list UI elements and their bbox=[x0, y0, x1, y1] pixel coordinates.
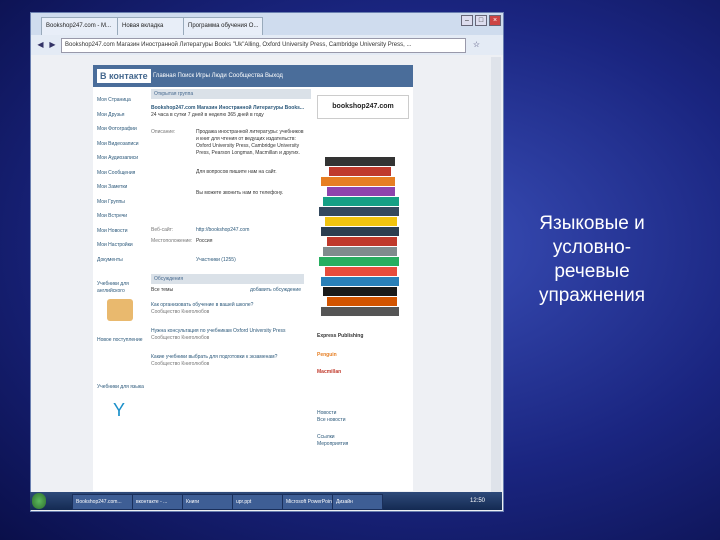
group-main: Открытая группа Bookshop247.com Магазин … bbox=[151, 89, 311, 368]
page-scrollbar[interactable] bbox=[491, 57, 501, 501]
browser-screenshot: Bookshop247.com - M... Новая вкладка Про… bbox=[30, 12, 504, 512]
menu-item[interactable]: Мои Заметки bbox=[97, 182, 147, 197]
slide-title-line: речевые bbox=[554, 261, 630, 282]
menu-item[interactable]: Мои Настройки bbox=[97, 240, 147, 255]
vk-nav[interactable]: Главная Поиск Игры Люди Сообщества Выход bbox=[153, 71, 283, 81]
maximize-icon[interactable]: □ bbox=[475, 15, 487, 26]
topic-item[interactable]: Нужна консультация по учебникам Oxford U… bbox=[151, 328, 301, 335]
side-link[interactable]: Мероприятия bbox=[317, 441, 407, 448]
forward-icon[interactable]: ▶ bbox=[47, 39, 58, 50]
group-header: Открытая группа bbox=[151, 89, 311, 99]
slide-title-line: условно- bbox=[552, 237, 632, 258]
shop-logo[interactable]: bookshop247.com bbox=[317, 95, 409, 119]
topics-header: Обсуждения bbox=[151, 274, 304, 284]
ad-image[interactable] bbox=[107, 299, 133, 321]
vk-logo[interactable]: В контакте bbox=[97, 69, 151, 83]
publisher-logo[interactable]: Express Publishing bbox=[317, 333, 412, 340]
start-button[interactable] bbox=[32, 493, 46, 509]
menu-item[interactable]: Мои Группы bbox=[97, 197, 147, 212]
back-icon[interactable]: ◀ bbox=[35, 39, 46, 50]
publishers: Express Publishing Penguin Macmillan bbox=[317, 333, 412, 376]
star-icon[interactable]: ☆ bbox=[471, 39, 482, 50]
call-text: Вы можете звонить нам по телефону. bbox=[196, 190, 284, 196]
tab-program[interactable]: Программа обучения О... bbox=[183, 17, 263, 35]
left-ad-title[interactable]: Учебники для языка bbox=[97, 384, 147, 391]
yota-icon[interactable]: Y bbox=[113, 397, 127, 423]
clock: 12:50 bbox=[470, 498, 486, 504]
slide-title-line: Языковые и bbox=[539, 213, 645, 234]
menu-item[interactable]: Мои Друзья bbox=[97, 110, 147, 125]
site-label: Веб-сайт: bbox=[151, 227, 174, 233]
topic-item[interactable]: Как организовать обучение в вашей школе? bbox=[151, 302, 301, 309]
close-icon[interactable]: × bbox=[489, 15, 501, 26]
menu-item[interactable]: Мои Сообщения bbox=[97, 168, 147, 183]
right-side-links: Новости Все новости Ссылки Мероприятия bbox=[317, 410, 407, 448]
menu-documents[interactable]: Документы bbox=[97, 255, 147, 270]
menu-item[interactable]: Мои Встречи bbox=[97, 211, 147, 226]
left-ad-title[interactable]: Новое поступление bbox=[97, 337, 147, 344]
tab-bar: Bookshop247.com - M... Новая вкладка Про… bbox=[31, 13, 503, 35]
tab-new[interactable]: Новая вкладка bbox=[117, 17, 187, 35]
side-link[interactable]: Все новости bbox=[317, 417, 407, 424]
taskbar-item[interactable]: Дизайн bbox=[332, 494, 383, 510]
desc-label: Описание: bbox=[151, 129, 176, 135]
taskbar: Bookshop247.com... вконтакте - ... Книги… bbox=[30, 492, 502, 510]
site-link[interactable]: http://bookshop247.com bbox=[196, 227, 249, 234]
topic-author: Сообщество Книголюбов bbox=[151, 335, 210, 341]
side-link[interactable]: Новости bbox=[317, 410, 407, 417]
publisher-logo[interactable]: Penguin bbox=[317, 352, 412, 359]
menu-item[interactable]: Мои Аудиозаписи bbox=[97, 153, 147, 168]
tab-bookshop[interactable]: Bookshop247.com - M... bbox=[41, 17, 121, 35]
menu-item[interactable]: Мои Фотографии bbox=[97, 124, 147, 139]
address-bar: ◀ ▶ Bookshop247.com Магазин Иностранной … bbox=[31, 35, 503, 55]
minimize-icon[interactable]: – bbox=[461, 15, 473, 26]
topic-item[interactable]: Какие учебники выбрать для подготовки к … bbox=[151, 354, 301, 361]
vk-left-menu: Моя Страница Мои Друзья Мои Фотографии М… bbox=[97, 95, 147, 429]
menu-item[interactable]: Мои Видеозаписи bbox=[97, 139, 147, 154]
location-value: Россия bbox=[196, 238, 213, 244]
publisher-logo[interactable]: Macmillan bbox=[317, 369, 412, 376]
group-subtitle: 24 часа в сутки 7 дней в неделю 365 дней… bbox=[151, 112, 264, 118]
order-text: Для вопросов пишите нам на сайт. bbox=[196, 169, 277, 175]
location-label: Местоположение: bbox=[151, 238, 193, 244]
vk-header: В контакте Главная Поиск Игры Люди Сообщ… bbox=[93, 65, 413, 87]
vk-page: В контакте Главная Поиск Игры Люди Сообщ… bbox=[93, 65, 413, 491]
side-link[interactable]: Ссылки bbox=[317, 434, 407, 441]
shop-logo-text: bookshop247.com bbox=[332, 103, 394, 110]
taskbar-item[interactable]: Книги bbox=[182, 494, 233, 510]
book-stack-image bbox=[315, 157, 413, 327]
taskbar-item[interactable]: вконтакте - ... bbox=[132, 494, 183, 510]
taskbar-item[interactable]: upr.ppt bbox=[232, 494, 283, 510]
topic-author: Сообщество Книголюбов bbox=[151, 361, 210, 367]
menu-item[interactable]: Мои Новости bbox=[97, 226, 147, 241]
left-ad-title[interactable]: Учебники для английского bbox=[97, 281, 147, 295]
topics-meta: Все темы bbox=[151, 287, 174, 293]
taskbar-item[interactable]: Bookshop247.com... bbox=[72, 494, 133, 510]
slide-title-line: упражнения bbox=[538, 285, 646, 306]
members-link[interactable]: Участники (1255) bbox=[196, 257, 311, 264]
menu-item[interactable]: Моя Страница bbox=[97, 95, 147, 110]
address-input[interactable]: Bookshop247.com Магазин Иностранной Лите… bbox=[61, 38, 466, 53]
add-topic-link[interactable]: добавить обсуждение bbox=[250, 287, 301, 294]
taskbar-item[interactable]: Microsoft PowerPoint bbox=[282, 494, 333, 510]
group-title: Bookshop247.com Магазин Иностранной Лите… bbox=[151, 105, 305, 111]
topic-author: Сообщество Книголюбов bbox=[151, 309, 210, 315]
desc-text: Продажа иностранной литературы: учебнико… bbox=[196, 129, 304, 156]
slide-title: Языковые и условно- речевые упражнения bbox=[512, 212, 672, 308]
